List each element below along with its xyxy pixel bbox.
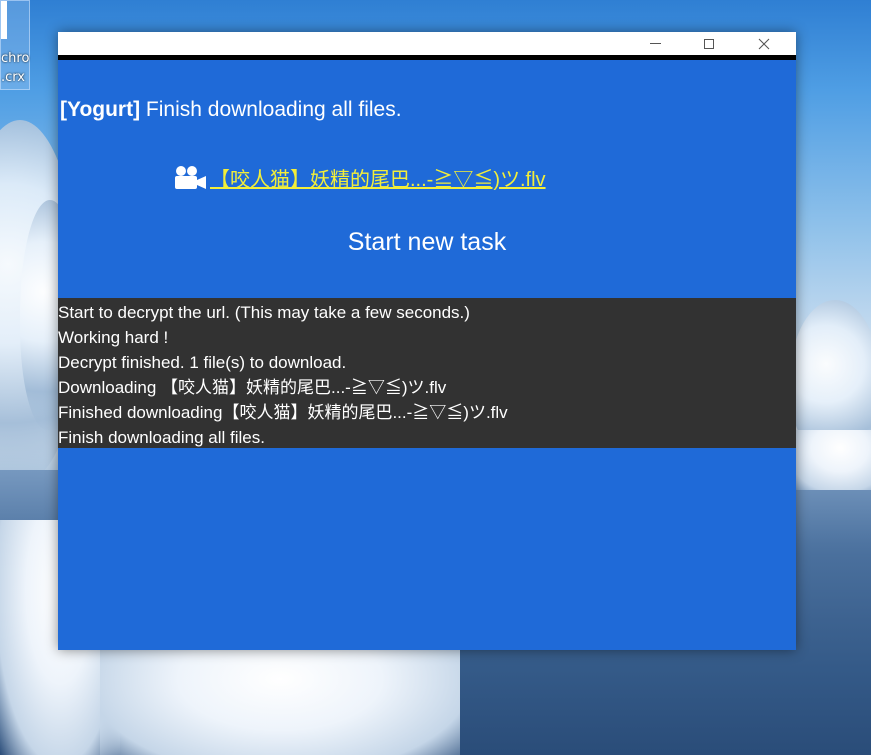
wallpaper-snowbank — [790, 430, 871, 490]
maximize-button[interactable] — [686, 32, 732, 55]
maximize-icon — [704, 38, 714, 49]
log-line: Finished downloading【咬人猫】妖精的尾巴...-≧▽≦)ツ.… — [58, 403, 508, 422]
wallpaper-snowbank — [100, 640, 460, 755]
file-icon — [1, 1, 7, 39]
downloaded-file-row: 【咬人猫】妖精的尾巴...-≧▽≦)ツ.flv — [172, 163, 546, 192]
video-camera-icon — [175, 165, 206, 189]
log-panel: Start to decrypt the url. (This may take… — [58, 298, 796, 448]
close-button[interactable] — [741, 32, 787, 55]
status-headline: [Yogurt] Finish downloading all files. — [60, 98, 402, 122]
minimize-button[interactable] — [632, 32, 678, 55]
minimize-icon — [649, 43, 661, 44]
downloaded-file-link[interactable]: 【咬人猫】妖精的尾巴...-≧▽≦)ツ.flv — [210, 163, 546, 192]
title-bar[interactable] — [58, 32, 796, 60]
close-icon — [758, 38, 770, 49]
desktop-icon-label-line1: chro — [1, 51, 30, 66]
desktop-icon-label-line2: .crx — [1, 70, 25, 85]
desktop-file-icon[interactable]: chro .crx — [0, 0, 30, 90]
status-message: Finish downloading all files. — [140, 98, 402, 121]
desktop-icon-label: chro .crx — [1, 49, 31, 87]
log-line: Working hard ! — [58, 328, 169, 347]
start-new-task-button[interactable]: Start new task — [58, 228, 796, 257]
log-line: Finish downloading all files. — [58, 428, 265, 447]
app-name: [Yogurt] — [60, 98, 141, 121]
desktop: chro .crx [Yogurt] Finish downloading al… — [0, 0, 871, 755]
log-line: Decrypt finished. 1 file(s) to download. — [58, 353, 347, 372]
app-window: [Yogurt] Finish downloading all files. 【… — [58, 32, 796, 650]
log-line: Start to decrypt the url. (This may take… — [58, 303, 470, 322]
log-line: Downloading 【咬人猫】妖精的尾巴...-≧▽≦)ツ.flv — [58, 378, 447, 397]
